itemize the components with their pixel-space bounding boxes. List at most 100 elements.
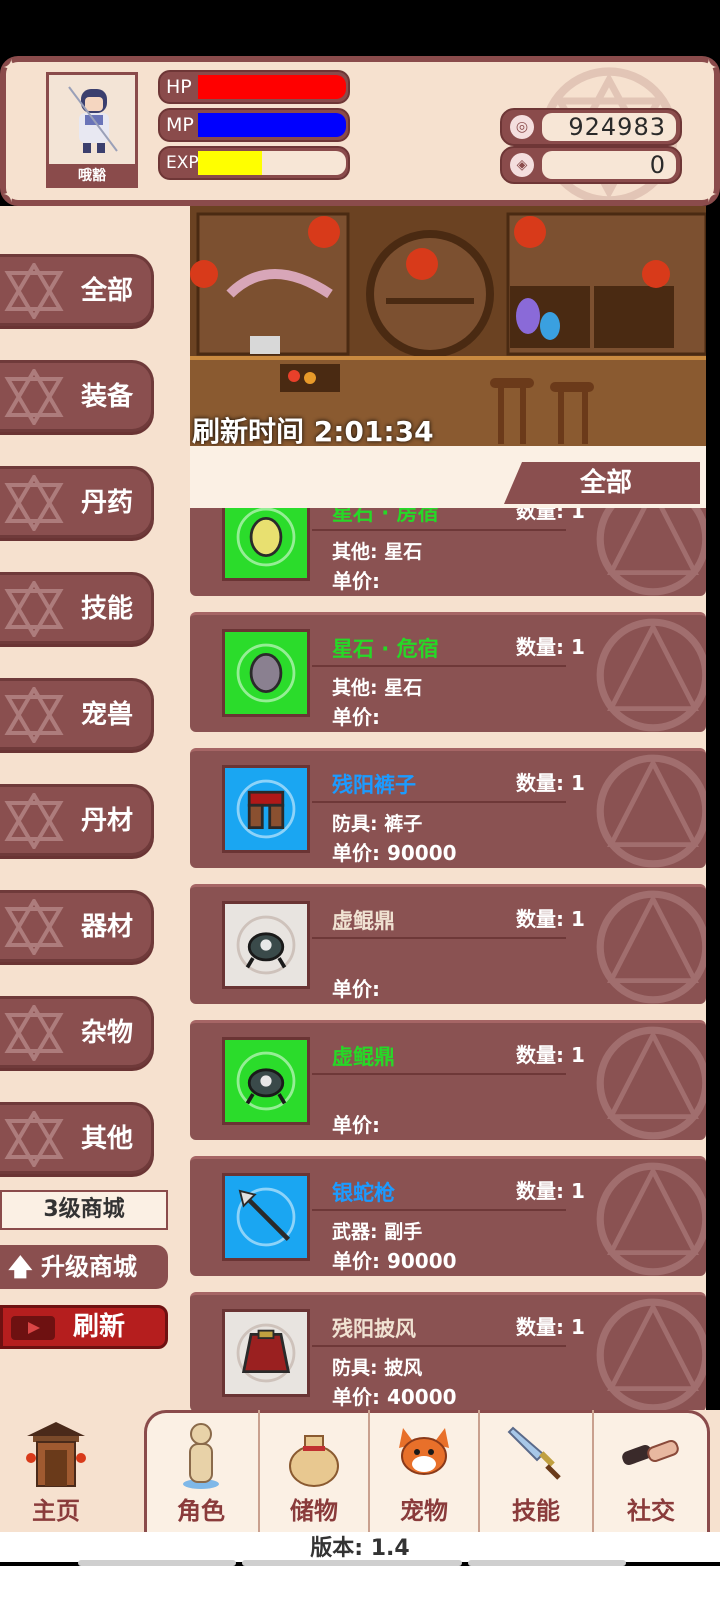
item-price: 单价: xyxy=(332,1113,380,1137)
nav-social[interactable]: 社交 xyxy=(592,1410,708,1532)
player-avatar[interactable]: 哦豁 xyxy=(46,72,138,188)
item-name: 虚鲲鼎 xyxy=(332,1045,395,1069)
item-name: 银蛇枪 xyxy=(332,1181,395,1205)
hexagram-icon xyxy=(4,687,64,743)
list-item[interactable]: 星石 · 房宿 数量: 1 其他: 星石 单价: xyxy=(190,508,706,596)
hexagram-icon xyxy=(4,263,64,319)
upgrade-shop-button[interactable]: 🡅 升级商城 xyxy=(0,1245,168,1289)
gem-icon: ◈ xyxy=(510,153,534,177)
item-quantity: 数量: 1 xyxy=(516,771,585,795)
item-name: 星石 · 危宿 xyxy=(332,637,439,661)
item-quantity: 数量: 1 xyxy=(516,1179,585,1203)
divider xyxy=(312,529,566,531)
item-type: 其他: 星石 xyxy=(332,541,423,563)
nav-home[interactable]: 主页 xyxy=(0,1410,112,1532)
item-price: 单价: xyxy=(332,569,380,593)
item-type: 其他: 星石 xyxy=(332,677,423,699)
item-name: 残阳披风 xyxy=(332,1317,416,1341)
hexagram-icon xyxy=(4,1111,64,1167)
item-price: 单价: xyxy=(332,705,380,729)
star-corner-icon: ✦ xyxy=(2,183,21,208)
bottom-navigation: 主页 角色 储物 宠物 技能 社交 xyxy=(0,1410,720,1532)
pattern-decoration xyxy=(596,618,706,732)
pattern-decoration xyxy=(596,1026,706,1140)
item-type: 防具: 裤子 xyxy=(332,813,423,835)
list-item[interactable]: 虚鲲鼎 数量: 1 单价: xyxy=(190,1020,706,1140)
nav-label: 角色 xyxy=(177,1497,225,1525)
list-item[interactable]: 银蛇枪 数量: 1 武器: 副手 单价: 90000 xyxy=(190,1156,706,1276)
cauldron-icon xyxy=(225,904,307,986)
coin-counter[interactable]: ◎ 924983 xyxy=(500,108,682,146)
item-icon-frame xyxy=(222,629,310,717)
category-all[interactable]: 全部 xyxy=(0,254,154,326)
hexagram-icon xyxy=(4,1005,64,1061)
coin-value: 924983 xyxy=(542,113,676,141)
category-equipment[interactable]: 装备 xyxy=(0,360,154,432)
item-icon-frame xyxy=(222,765,310,853)
exp-label: EXP xyxy=(166,153,199,173)
upgrade-label: 升级商城 xyxy=(41,1253,138,1281)
pattern-decoration xyxy=(596,508,706,596)
filter-bar: 全部 xyxy=(190,446,706,508)
pants-icon xyxy=(225,768,307,850)
hp-label: HP xyxy=(166,76,192,98)
item-icon-frame xyxy=(222,1173,310,1261)
video-ad-icon xyxy=(11,1316,55,1340)
arrow-up-icon: 🡅 xyxy=(8,1253,33,1281)
category-beasts[interactable]: 宠兽 xyxy=(0,678,154,750)
divider xyxy=(312,1209,566,1211)
list-item[interactable]: 虚鲲鼎 数量: 1 单价: xyxy=(190,884,706,1004)
item-icon-frame xyxy=(222,1037,310,1125)
category-label: 装备 xyxy=(80,382,133,412)
filter-dropdown[interactable]: 全部 xyxy=(504,462,700,504)
sword-icon xyxy=(507,1426,561,1480)
category-pills[interactable]: 丹药 xyxy=(0,466,154,538)
exp-fill xyxy=(198,151,262,175)
divider xyxy=(312,1073,566,1075)
exp-bar: EXP xyxy=(158,146,350,180)
category-label: 其他 xyxy=(80,1124,133,1154)
category-skills[interactable]: 技能 xyxy=(0,572,154,644)
divider xyxy=(312,937,566,939)
item-price: 单价: 90000 xyxy=(332,841,457,865)
item-name: 虚鲲鼎 xyxy=(332,909,395,933)
category-misc[interactable]: 杂物 xyxy=(0,996,154,1068)
category-label: 杂物 xyxy=(80,1018,133,1048)
item-name: 星石 · 房宿 xyxy=(332,508,439,525)
category-herbs[interactable]: 丹材 xyxy=(0,784,154,856)
hexagram-icon xyxy=(4,793,64,849)
nav-pets[interactable]: 宠物 xyxy=(368,1410,478,1532)
nav-character[interactable]: 角色 xyxy=(144,1410,258,1532)
divider xyxy=(312,665,566,667)
star-stone-icon xyxy=(225,508,307,578)
bag-icon xyxy=(289,1435,339,1487)
category-label: 丹材 xyxy=(80,806,133,836)
list-item[interactable]: 残阳裤子 数量: 1 防具: 裤子 单价: 90000 xyxy=(190,748,706,868)
nav-label: 社交 xyxy=(627,1497,675,1525)
category-other[interactable]: 其他 xyxy=(0,1102,154,1174)
character-icon xyxy=(183,1423,219,1489)
star-stone-icon xyxy=(225,632,307,714)
list-item[interactable]: 残阳披风 数量: 1 防具: 披风 单价: 40000 xyxy=(190,1292,706,1410)
refresh-button[interactable]: 刷新 xyxy=(0,1305,168,1349)
nav-skills[interactable]: 技能 xyxy=(478,1410,592,1532)
list-item[interactable]: 星石 · 危宿 数量: 1 其他: 星石 单价: xyxy=(190,612,706,732)
cauldron-icon xyxy=(225,1040,307,1122)
category-label: 全部 xyxy=(80,276,133,306)
gem-counter[interactable]: ◈ 0 xyxy=(500,146,682,184)
category-materials[interactable]: 器材 xyxy=(0,890,154,962)
item-quantity: 数量: 1 xyxy=(516,508,585,523)
scroll-indicator xyxy=(242,1560,462,1566)
mp-bar: MP xyxy=(158,108,350,142)
player-header: ✦ ✦ ✦ ✦ 哦豁 HP MP EXP ◎ 924983 ◈ 0 xyxy=(0,56,720,208)
item-icon-frame xyxy=(222,508,310,581)
pattern-decoration xyxy=(596,1298,706,1410)
player-name: 哦豁 xyxy=(46,164,138,188)
divider xyxy=(312,801,566,803)
shop-banner: 刷新时间 2:01:34 xyxy=(190,206,706,446)
gem-value: 0 xyxy=(542,151,676,179)
item-quantity: 数量: 1 xyxy=(516,1315,585,1339)
nav-storage[interactable]: 储物 xyxy=(258,1410,368,1532)
item-price: 单价: 40000 xyxy=(332,1385,457,1409)
item-list[interactable]: 星石 · 房宿 数量: 1 其他: 星石 单价: 星石 · 危宿 数量: 1 其… xyxy=(190,508,706,1410)
